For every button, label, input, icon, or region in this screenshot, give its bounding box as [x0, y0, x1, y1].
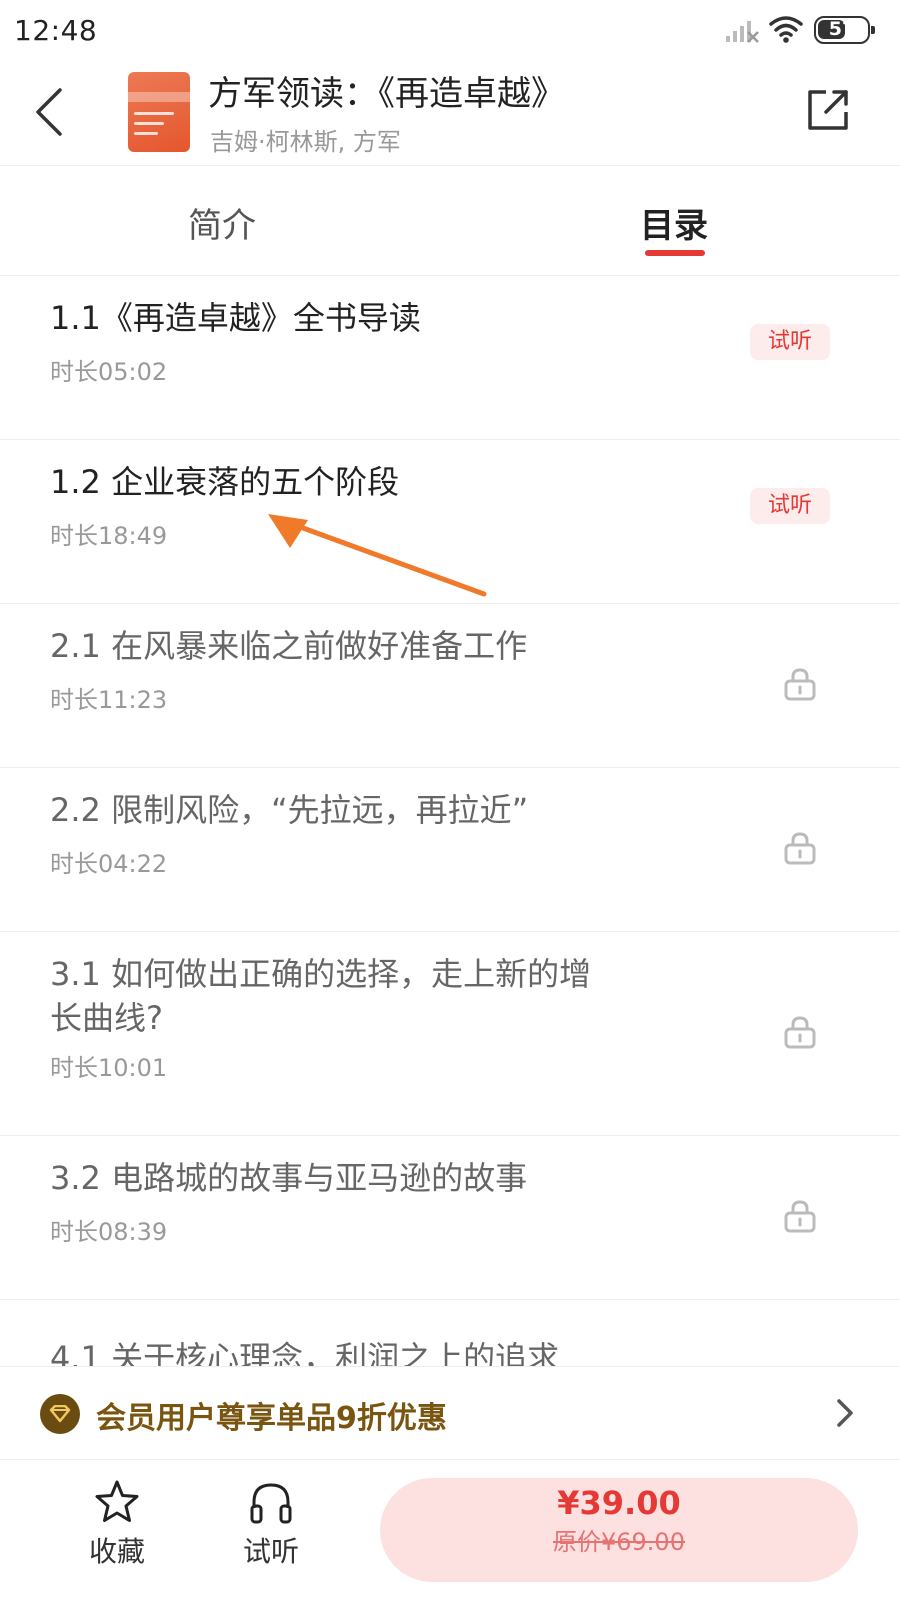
annotation-arrow	[268, 514, 487, 597]
book-cover[interactable]	[128, 72, 190, 152]
episode-duration: 时长08:39	[50, 1218, 168, 1246]
episode-duration: 时长11:23	[50, 686, 168, 714]
member-banner[interactable]: 会员用户尊享单品9折优惠	[0, 1366, 900, 1460]
lock-icon	[784, 1016, 816, 1049]
episode-title: 4.1 关于核心理念，利润之上的追求	[50, 1339, 560, 1366]
header: 方军领读：《再造卓越》 吉姆·柯林斯, 方军	[0, 62, 900, 166]
battery-percent: 57	[828, 18, 856, 40]
episode-title: 2.2 限制风险，“先拉远，再拉近”	[50, 791, 529, 829]
list-item[interactable]: 2.2 限制风险，“先拉远，再拉近” 时长04:22	[0, 768, 900, 932]
lock-icon	[784, 668, 816, 701]
lock-icon	[784, 1200, 816, 1233]
chevron-right-icon	[837, 1399, 853, 1427]
tab-bar: 简介 目录	[0, 166, 900, 276]
signal-icon	[726, 21, 759, 43]
list-item[interactable]: 3.1 如何做出正确的选择，走上新的增长曲线? 时长10:01	[0, 932, 900, 1136]
tab-catalog[interactable]: 目录	[640, 198, 708, 247]
trial-listen-button[interactable]: 试听	[216, 1478, 326, 1578]
back-icon[interactable]	[30, 84, 70, 140]
cover-line	[134, 132, 158, 135]
episode-title: 3.2 电路城的故事与亚马逊的故事	[50, 1159, 528, 1197]
status-bar: 12:48 57	[0, 0, 900, 62]
bottom-action-bar: 收藏 试听 ¥39.00 原价¥69.00	[0, 1460, 900, 1600]
favorite-label: 收藏	[88, 1535, 145, 1568]
cover-line	[134, 122, 164, 125]
episode-title: 2.1 在风暴来临之前做好准备工作	[50, 627, 528, 665]
battery-cap	[871, 26, 875, 34]
share-icon[interactable]	[804, 86, 852, 134]
trial-badge[interactable]: 试听	[750, 324, 830, 360]
list-item[interactable]: 4.1 关于核心理念，利润之上的追求	[0, 1300, 900, 1366]
vip-diamond-icon	[40, 1394, 80, 1434]
status-time: 12:48	[14, 14, 98, 47]
lock-icon	[784, 832, 816, 865]
episode-title: 3.1 如何做出正确的选择，走上新的增长曲线?	[50, 955, 592, 1037]
episode-duration: 时长04:22	[50, 850, 168, 878]
listen-label: 试听	[242, 1535, 299, 1568]
list-item[interactable]: 1.1《再造卓越》全书导读 时长05:02 试听	[0, 276, 900, 440]
episode-list: 1.1《再造卓越》全书导读 时长05:02 试听 1.2 企业衰落的五个阶段 时…	[0, 276, 900, 1366]
cover-line	[134, 112, 174, 115]
book-title: 方军领读：《再造卓越》	[208, 74, 565, 114]
original-price: 原价¥69.00	[553, 1528, 685, 1556]
star-icon	[95, 1480, 139, 1522]
episode-duration: 时长18:49	[50, 522, 168, 550]
list-item[interactable]: 2.1 在风暴来临之前做好准备工作 时长11:23	[0, 604, 900, 768]
member-discount-text: 会员用户尊享单品9折优惠	[96, 1401, 447, 1436]
favorite-button[interactable]: 收藏	[62, 1478, 172, 1578]
headphones-icon	[250, 1483, 292, 1524]
wifi-icon	[769, 16, 803, 43]
episode-title: 1.2 企业衰落的五个阶段	[50, 463, 400, 501]
episode-duration: 时长10:01	[50, 1054, 168, 1082]
battery-icon: 57	[814, 16, 875, 44]
episode-title: 1.1《再造卓越》全书导读	[50, 299, 421, 337]
cover-stripe	[128, 92, 190, 102]
tab-active-indicator	[645, 250, 705, 256]
current-price: ¥39.00	[557, 1484, 681, 1522]
list-item[interactable]: 3.2 电路城的故事与亚马逊的故事 时长08:39	[0, 1136, 900, 1300]
book-author: 吉姆·柯林斯, 方军	[210, 128, 401, 156]
tab-intro[interactable]: 简介	[188, 198, 256, 247]
trial-badge[interactable]: 试听	[750, 488, 830, 524]
episode-duration: 时长05:02	[50, 358, 168, 386]
buy-button[interactable]: ¥39.00 原价¥69.00	[380, 1478, 858, 1582]
